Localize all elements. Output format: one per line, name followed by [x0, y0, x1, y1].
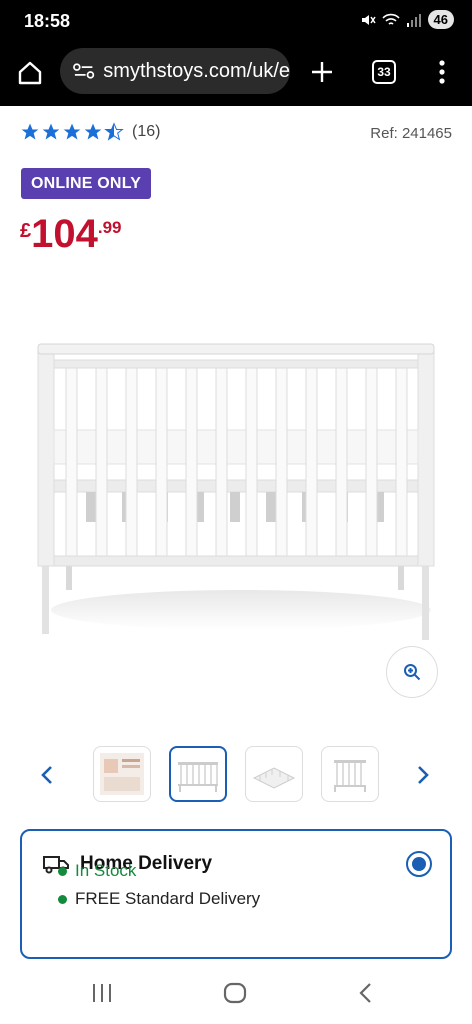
star-icon — [84, 123, 102, 140]
product-ref: Ref: 241465 — [370, 125, 452, 142]
thumbnail-image — [252, 767, 296, 789]
chevron-right-icon — [418, 766, 429, 784]
price: £ 104 .99 — [20, 214, 122, 254]
address-bar[interactable]: smythstoys.com/uk/e — [60, 48, 290, 94]
wifi-icon — [381, 13, 400, 25]
review-count[interactable]: (16) — [132, 123, 160, 141]
thumbnail-1[interactable] — [93, 746, 151, 802]
shipping-bullet — [58, 894, 67, 904]
stock-status: In Stock — [58, 861, 136, 881]
star-icon — [21, 123, 39, 140]
thumbnail-2[interactable] — [169, 746, 227, 802]
star-icon — [42, 123, 60, 140]
signal-icon — [406, 13, 421, 27]
system-nav-bar — [0, 966, 472, 1024]
half-star-icon — [104, 122, 124, 141]
recent-apps-icon[interactable] — [90, 982, 114, 1004]
shipping-info: FREE Standard Delivery — [58, 889, 260, 909]
thumbnail-image — [178, 762, 218, 792]
thumbnail-4[interactable] — [321, 746, 379, 802]
price-currency: £ — [20, 220, 32, 242]
zoom-in-icon — [404, 664, 421, 681]
mute-icon — [361, 14, 376, 25]
price-pence: .99 — [97, 218, 122, 237]
online-only-badge: ONLINE ONLY — [21, 168, 152, 199]
site-settings-icon[interactable] — [72, 61, 95, 81]
chevron-left-icon — [41, 766, 52, 784]
status-time: 18:58 — [24, 11, 71, 31]
star-icon — [63, 123, 81, 140]
tab-switcher-icon[interactable]: 33 — [372, 60, 396, 84]
zoom-button[interactable] — [386, 646, 438, 698]
thumbnail-prev-button[interactable] — [32, 760, 62, 790]
plus-icon[interactable] — [310, 60, 334, 84]
url-text: smythstoys.com/uk/e — [103, 59, 290, 82]
product-image[interactable] — [26, 330, 446, 650]
back-icon[interactable] — [356, 981, 374, 1005]
status-icons: 46 — [360, 10, 454, 29]
more-vert-icon[interactable] — [432, 58, 452, 86]
shipping-text: FREE Standard Delivery — [75, 889, 261, 908]
thumbnail-3[interactable] — [245, 746, 303, 802]
thumbnail-image — [100, 753, 144, 795]
battery-level: 46 — [427, 10, 454, 29]
home-icon[interactable] — [17, 60, 43, 86]
radio-selected-icon[interactable] — [406, 851, 432, 877]
rating-row[interactable]: (16) — [20, 122, 160, 142]
thumbnail-image — [334, 760, 366, 792]
price-main: 104 — [31, 212, 98, 256]
stock-bullet — [58, 866, 67, 876]
thumbnail-next-button[interactable] — [408, 760, 438, 790]
stock-text: In Stock — [75, 861, 137, 880]
browser-toolbar: smythstoys.com/uk/e 33 — [0, 44, 472, 106]
home-nav-icon[interactable] — [222, 981, 248, 1005]
status-bar: 18:58 46 — [0, 0, 472, 44]
star-rating — [20, 122, 124, 142]
